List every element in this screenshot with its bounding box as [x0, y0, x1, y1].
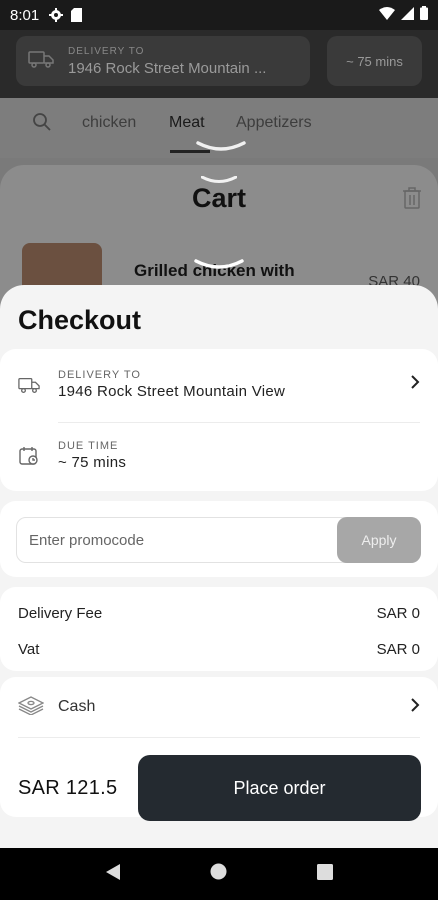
chevron-right-icon[interactable]	[410, 374, 420, 395]
truck-icon	[28, 50, 54, 73]
fee-row-vat: Vat SAR 0	[18, 641, 420, 658]
signal-icon	[401, 6, 414, 24]
payment-card: Cash SAR 121.5 Place order	[0, 677, 438, 821]
fee-label: Delivery Fee	[18, 605, 103, 622]
trash-icon[interactable]	[402, 187, 422, 214]
drag-handle-icon[interactable]	[200, 171, 238, 183]
background-delivery-label: DELIVERY TO	[68, 45, 145, 57]
tab-appetizers[interactable]: Appetizers	[236, 114, 312, 132]
system-nav-bar	[0, 848, 438, 900]
wifi-icon	[379, 6, 395, 24]
status-bar: 8:01	[0, 0, 438, 30]
promocode-field: Apply	[16, 517, 421, 563]
recents-icon[interactable]	[317, 863, 334, 885]
divider	[58, 422, 420, 423]
drag-handle-icon[interactable]	[194, 258, 244, 276]
fee-value: SAR 0	[376, 605, 420, 622]
fee-row-delivery: Delivery Fee SAR 0	[18, 605, 420, 622]
delivery-label: DELIVERY TO	[58, 369, 141, 381]
search-icon[interactable]	[32, 112, 52, 137]
checkout-sheet: Checkout DELIVERY TO 1946 Rock Street Mo…	[0, 285, 438, 848]
payment-method-row[interactable]: Cash	[17, 687, 420, 727]
background-time-chip[interactable]: ~ 75 mins	[327, 36, 422, 86]
delivery-address: 1946 Rock Street Mountain View	[58, 383, 286, 400]
delivery-info-card: DELIVERY TO 1946 Rock Street Mountain Vi…	[0, 349, 438, 491]
status-time: 8:01	[10, 6, 40, 24]
checkout-title: Checkout	[18, 305, 142, 335]
promocode-input[interactable]	[17, 518, 337, 562]
cart-title: Cart	[191, 183, 246, 213]
fee-value: SAR 0	[376, 641, 420, 658]
truck-icon	[18, 376, 40, 394]
background-delivery-chip[interactable]: DELIVERY TO 1946 Rock Street Mountain ..…	[16, 36, 310, 86]
cash-icon	[17, 695, 45, 720]
drag-handle-icon[interactable]	[196, 140, 246, 158]
settings-icon	[49, 8, 64, 22]
payment-method-label: Cash	[58, 698, 96, 715]
promocode-card: Apply	[0, 501, 438, 577]
due-time-label: DUE TIME	[58, 440, 119, 452]
tab-chicken[interactable]: chicken	[82, 114, 136, 132]
due-time-row: DUE TIME ~ 75 mins	[18, 440, 420, 471]
place-order-button[interactable]: Place order	[138, 755, 421, 821]
home-icon[interactable]	[210, 863, 227, 885]
divider	[18, 737, 420, 738]
fees-card: Delivery Fee SAR 0 Vat SAR 0	[0, 587, 438, 671]
back-icon[interactable]	[105, 863, 121, 886]
sim-card-icon	[71, 8, 83, 22]
due-time-value: ~ 75 mins	[58, 454, 127, 471]
background-delivery-address: 1946 Rock Street Mountain ...	[68, 59, 267, 77]
calendar-clock-icon	[18, 446, 40, 466]
delivery-address-row[interactable]: DELIVERY TO 1946 Rock Street Mountain Vi…	[18, 369, 420, 400]
fee-label: Vat	[18, 641, 40, 658]
tab-meat[interactable]: Meat	[169, 114, 205, 132]
apply-button[interactable]: Apply	[337, 517, 421, 563]
chevron-right-icon[interactable]	[410, 697, 420, 718]
order-total: SAR 121.5	[18, 777, 118, 799]
background-header: DELIVERY TO 1946 Rock Street Mountain ..…	[0, 30, 438, 98]
battery-icon	[420, 6, 428, 24]
